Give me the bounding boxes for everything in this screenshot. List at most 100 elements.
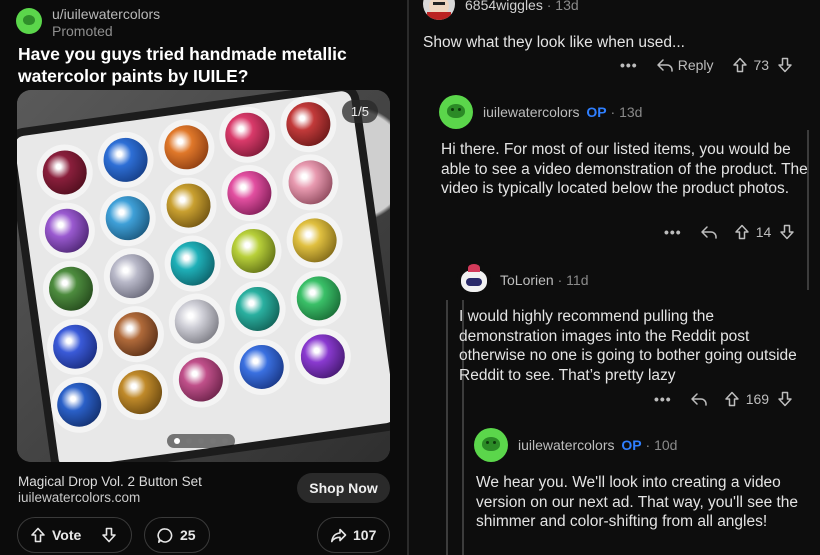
comment-age: 10d — [654, 437, 678, 453]
post-meta: u/iuilewatercolors Promoted — [52, 6, 160, 40]
comment-author-line: ToLorien · 11d — [500, 272, 588, 288]
comment-username[interactable]: 6854wiggles — [465, 0, 543, 13]
product-name: Magical Drop Vol. 2 Button Set — [18, 474, 202, 489]
comment-username[interactable]: ToLorien — [500, 272, 554, 288]
comment-username[interactable]: iuilewatercolors — [483, 104, 579, 120]
downvote-icon[interactable] — [777, 391, 793, 407]
thread-line — [446, 300, 448, 555]
carousel-dots[interactable] — [167, 434, 235, 448]
more-icon[interactable]: ••• — [654, 391, 672, 407]
user-avatar[interactable] — [457, 262, 491, 296]
paint-pan — [165, 289, 229, 354]
carousel-dot[interactable] — [186, 438, 192, 444]
upvote-icon[interactable] — [30, 527, 46, 543]
paint-pan — [100, 244, 164, 308]
image-counter: 1/5 — [341, 100, 378, 123]
comment-score: 14 — [755, 224, 772, 240]
product-site: iuilewatercolors.com — [18, 490, 141, 505]
advertiser-username[interactable]: u/iuilewatercolors — [52, 6, 160, 23]
vote-label: Vote — [52, 527, 82, 543]
carousel-dot[interactable] — [210, 438, 216, 444]
comment-actions: ••• Reply 73 — [620, 57, 793, 73]
comment-score: 73 — [753, 57, 770, 73]
comment-age: 11d — [566, 272, 589, 288]
paint-pan — [287, 266, 351, 330]
paint-pan — [104, 302, 168, 366]
more-icon[interactable]: ••• — [664, 224, 682, 240]
paint-pan — [282, 208, 347, 272]
comment-body: We hear you. We'll look into creating a … — [476, 474, 799, 531]
user-avatar[interactable] — [474, 428, 508, 462]
reply-button[interactable]: Reply — [656, 57, 714, 73]
comment-score: 169 — [745, 391, 770, 407]
user-avatar[interactable] — [439, 95, 473, 129]
paint-pan — [93, 128, 158, 192]
upvote-icon[interactable] — [734, 224, 750, 240]
advertiser-avatar[interactable] — [16, 8, 42, 34]
paint-pan — [35, 199, 99, 263]
paint-pan — [43, 315, 107, 379]
paint-pan — [215, 103, 279, 167]
paint-pan — [39, 257, 103, 321]
comment-icon — [157, 527, 174, 544]
paint-pan — [33, 140, 97, 205]
paint-pan — [108, 360, 172, 424]
more-icon[interactable]: ••• — [620, 57, 638, 73]
comment-body: I would highly recommend pulling the dem… — [459, 308, 797, 385]
user-avatar[interactable] — [423, 0, 455, 20]
share-button[interactable]: 107 — [317, 517, 390, 553]
paint-pan — [278, 150, 343, 214]
paint-pan — [276, 92, 341, 156]
carousel-dot-active[interactable] — [174, 438, 180, 444]
shop-now-button[interactable]: Shop Now — [297, 473, 390, 503]
carousel-dot[interactable] — [222, 438, 228, 444]
comment-thread: 6854wiggles · 13d Show what they look li… — [409, 0, 820, 555]
reply-icon[interactable] — [700, 224, 718, 240]
promoted-label: Promoted — [52, 23, 113, 39]
meta-separator: · — [546, 0, 552, 13]
paint-pan — [217, 161, 282, 225]
comment-author-line: iuilewatercolors OP · 13d — [483, 104, 642, 120]
paint-pan — [154, 115, 219, 179]
promoted-post: u/iuilewatercolors Promoted Have you guy… — [0, 0, 407, 555]
downvote-icon[interactable] — [777, 57, 793, 73]
share-count: 107 — [353, 527, 377, 543]
comments-button[interactable]: 25 — [144, 517, 210, 553]
ad-caption[interactable]: Magical Drop Vol. 2 Button Set iuilewate… — [18, 474, 202, 506]
comment-username[interactable]: iuilewatercolors — [518, 437, 614, 453]
paint-pan — [96, 186, 160, 250]
meta-separator: · — [557, 272, 563, 288]
reply-icon[interactable] — [690, 391, 708, 407]
paint-pan — [225, 277, 290, 341]
post-title[interactable]: Have you guys tried handmade metallic wa… — [18, 43, 398, 87]
paint-pan — [221, 219, 286, 283]
comment-author-line: iuilewatercolors OP · 10d — [518, 437, 677, 453]
watercolor-tray-image — [17, 90, 390, 462]
op-badge: OP — [621, 437, 642, 453]
paint-pan — [161, 231, 225, 296]
comment-actions: ••• 169 — [654, 391, 793, 407]
comment-body: Hi there. For most of our listed items, … — [441, 141, 808, 198]
post-header: u/iuilewatercolors Promoted — [16, 6, 160, 40]
comment-actions: ••• 14 — [664, 224, 795, 240]
downvote-icon[interactable] — [101, 527, 117, 543]
op-badge: OP — [586, 104, 607, 120]
meta-separator: · — [645, 437, 651, 453]
paint-pan — [156, 173, 221, 238]
upvote-icon[interactable] — [732, 57, 748, 73]
paint-pan — [169, 347, 233, 412]
paint-pan — [47, 373, 111, 437]
post-image-carousel[interactable]: 1/5 — [17, 90, 390, 462]
paint-pan — [291, 324, 355, 388]
reply-icon — [656, 57, 674, 73]
upvote-icon[interactable] — [724, 391, 740, 407]
vote-pill: Vote — [17, 517, 132, 553]
paint-pan — [230, 335, 294, 399]
comment-age: 13d — [555, 0, 579, 13]
carousel-dot[interactable] — [198, 438, 204, 444]
downvote-icon[interactable] — [779, 224, 795, 240]
comment-count: 25 — [180, 527, 196, 543]
meta-separator: · — [610, 104, 616, 120]
share-icon — [330, 527, 347, 544]
comment-body: Show what they look like when used... — [423, 34, 685, 51]
